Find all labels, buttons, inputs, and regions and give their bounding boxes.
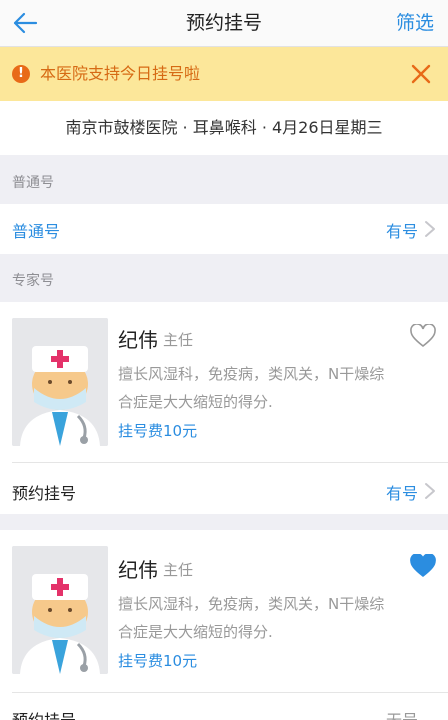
doctor-desc: 擅长风湿科，免疫病，类风关，N干燥综 合症是大大缩短的得分. (118, 590, 438, 646)
doctor-desc-line: 合症是大大缩短的得分. (118, 393, 273, 411)
doctor-desc-line: 擅长风湿科，免疫病，类风关，N干燥综 (118, 595, 385, 613)
doctor-desc: 擅长风湿科，免疫病，类风关，N干燥综 合症是大大缩短的得分. (118, 360, 438, 416)
doctor-desc-line: 合症是大大缩短的得分. (118, 623, 273, 641)
page-title: 预约挂号 (185, 12, 262, 34)
heart-outline-icon[interactable] (410, 324, 436, 348)
doctor-fee: 挂号费10元 (118, 652, 198, 670)
doctor-avatar-icon (12, 546, 108, 674)
close-notice-button[interactable] (408, 61, 434, 87)
general-row-label: 普通号 (12, 222, 61, 241)
book-label: 预约挂号 (12, 484, 77, 503)
book-row[interactable]: 预约挂号 无号 (0, 693, 448, 720)
heart-filled-icon[interactable] (410, 554, 436, 578)
filter-button[interactable]: 筛选 (396, 0, 434, 46)
hospital-info-line: 南京市鼓楼医院 · 耳鼻喉科 · 4月26日星期三 (0, 101, 448, 155)
chevron-right-icon (425, 483, 435, 499)
doctor-card: 纪伟 主任 擅长风湿科，免疫病，类风关，N干燥综 合症是大大缩短的得分. 挂号费… (0, 530, 448, 720)
doctor-avatar (12, 318, 108, 446)
nav-bar: 预约挂号 筛选 (0, 0, 448, 47)
doctor-fee: 挂号费10元 (118, 422, 198, 440)
general-row[interactable]: 普通号 有号 (0, 204, 448, 254)
close-icon (411, 64, 431, 84)
doctor-avatar-icon (12, 318, 108, 446)
doctor-avatar (12, 546, 108, 674)
booking-status: 有号 (385, 484, 418, 503)
booking-status: 无号 (386, 707, 418, 720)
doctor-title: 主任 (163, 561, 194, 579)
general-status: 有号 (385, 222, 418, 241)
notice-banner: ! 本医院支持今日挂号啦 (0, 47, 448, 101)
chevron-right-icon (425, 221, 435, 237)
doctor-title: 主任 (163, 331, 194, 349)
book-row[interactable]: 预约挂号 有号 (0, 463, 448, 514)
doctor-name: 纪伟 (118, 558, 158, 582)
doctor-desc-line: 擅长风湿科，免疫病，类风关，N干燥综 (118, 365, 385, 383)
section-title-expert: 专家号 (12, 273, 54, 289)
warning-icon: ! (12, 65, 30, 83)
doctor-name: 纪伟 (118, 328, 158, 352)
notice-text: 本医院支持今日挂号啦 (40, 64, 201, 83)
section-title-general: 普通号 (12, 175, 54, 191)
doctor-card: 纪伟 主任 擅长风湿科，免疫病，类风关，N干燥综 合症是大大缩短的得分. 挂号费… (0, 302, 448, 514)
book-label: 预约挂号 (12, 707, 76, 720)
